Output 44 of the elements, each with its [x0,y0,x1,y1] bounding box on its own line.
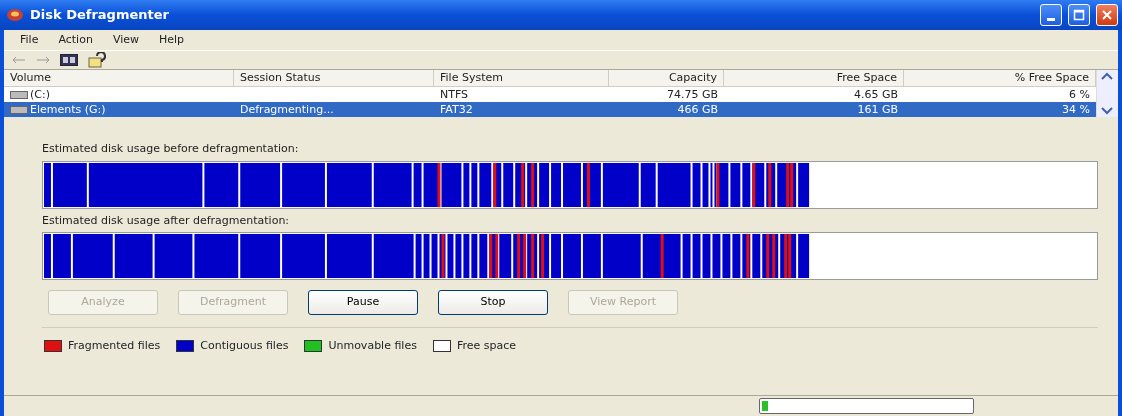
table-cell: FAT32 [440,103,473,116]
action-button[interactable]: Stop [438,290,548,315]
table-cell: 6 % [1069,88,1090,101]
table-cell: 161 GB [857,103,898,116]
table-cell: 74.75 GB [666,88,718,101]
column-header[interactable]: File System [434,70,609,87]
close-button[interactable] [1096,4,1118,26]
column-header[interactable]: % Free Space [904,70,1096,87]
map-label: Estimated disk usage before defragmentation: [42,141,300,157]
legend-label: Unmovable files [328,338,417,354]
properties-icon[interactable] [60,54,78,66]
minimize-button[interactable] [1040,4,1062,26]
scrollbar[interactable] [1096,70,1118,117]
column-header[interactable]: Free Space [724,70,904,87]
legend-label: Free space [456,338,517,354]
table-cell: (C:) [30,88,50,101]
close-icon [1101,9,1113,21]
table-cell: 466 GB [677,103,718,116]
maximize-icon [1073,9,1085,21]
legend-label: Contiguous files [200,338,289,354]
menu-item[interactable]: Help [149,31,195,49]
maximize-button[interactable] [1068,4,1090,26]
column-header[interactable]: Capacity [609,70,724,87]
table-row[interactable]: (C:) NTFS 74.75 GB 4.65 GB 6 % [4,87,1096,102]
minimize-icon [1047,17,1055,21]
app-icon [6,7,24,23]
column-header[interactable]: Session Status [234,70,434,87]
table-cell: NTFS [440,88,469,101]
drive-icon [10,91,28,99]
window-title: Disk Defragmenter [30,6,170,25]
map-label: Estimated disk usage after defragmentation: [42,212,291,229]
table-cell: Elements (G:) [30,103,106,116]
table-row[interactable]: Elements (G:) Defragmenting... FAT32 466 GB 161 GB 34 % [4,102,1096,117]
menu-item[interactable]: Action [48,31,103,49]
action-button[interactable]: Pause [308,290,418,315]
menu-item[interactable]: File [10,31,49,49]
legend-label: Fragmented files [68,338,161,354]
table-cell: Defragmenting... [240,103,334,116]
table-cell: 4.65 GB [853,88,898,101]
column-header[interactable]: Volume [4,70,234,87]
menu-item[interactable]: View [102,31,149,49]
help-icon[interactable] [88,52,106,68]
drive-icon [10,106,28,114]
table-cell: 34 % [1062,103,1090,116]
